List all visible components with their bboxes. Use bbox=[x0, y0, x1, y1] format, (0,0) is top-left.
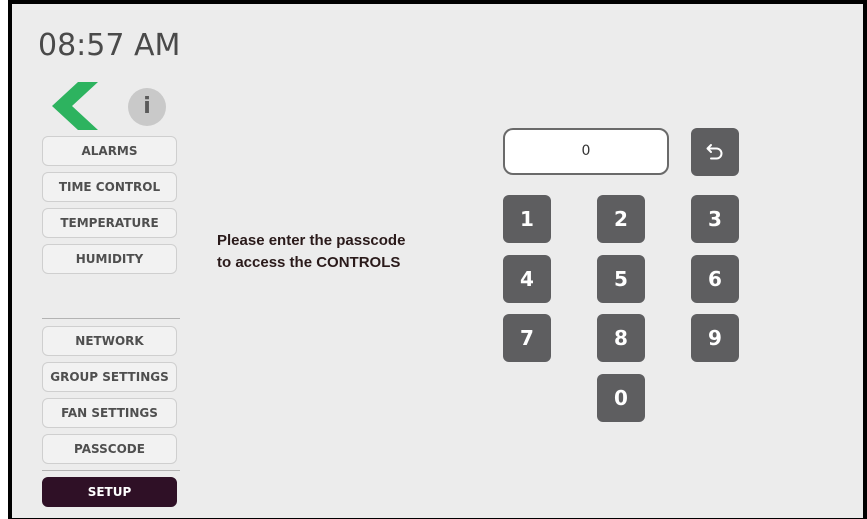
screen: 08:57 AM i ALARMS TIME CONTROL TEMPERATU… bbox=[12, 4, 863, 518]
device-frame: 08:57 AM i ALARMS TIME CONTROL TEMPERATU… bbox=[8, 0, 867, 519]
clock: 08:57 AM bbox=[38, 28, 181, 63]
info-icon[interactable]: i bbox=[128, 88, 166, 126]
prompt-line-1: Please enter the passcode bbox=[217, 232, 406, 249]
key-9[interactable]: 9 bbox=[691, 314, 739, 362]
key-0[interactable]: 0 bbox=[597, 374, 645, 422]
menu-alarms-button[interactable]: ALARMS bbox=[42, 136, 177, 166]
key-2[interactable]: 2 bbox=[597, 195, 645, 243]
menu-divider bbox=[42, 318, 180, 319]
key-8[interactable]: 8 bbox=[597, 314, 645, 362]
key-5[interactable]: 5 bbox=[597, 255, 645, 303]
key-3[interactable]: 3 bbox=[691, 195, 739, 243]
passcode-input[interactable]: 0 bbox=[503, 128, 669, 175]
menu-temperature-button[interactable]: TEMPERATURE bbox=[42, 208, 177, 238]
menu-group-settings-button[interactable]: GROUP SETTINGS bbox=[42, 362, 177, 392]
back-arrow-icon[interactable] bbox=[50, 82, 100, 130]
menu-humidity-button[interactable]: HUMIDITY bbox=[42, 244, 177, 274]
undo-button[interactable] bbox=[691, 128, 739, 176]
menu-divider bbox=[42, 470, 180, 471]
key-6[interactable]: 6 bbox=[691, 255, 739, 303]
prompt-line-2: to access the CONTROLS bbox=[217, 254, 401, 271]
key-1[interactable]: 1 bbox=[503, 195, 551, 243]
passcode-prompt: Please enter the passcode to access the … bbox=[217, 230, 482, 274]
undo-icon bbox=[706, 144, 723, 160]
menu-passcode-button[interactable]: PASSCODE bbox=[42, 434, 177, 464]
menu-network-button[interactable]: NETWORK bbox=[42, 326, 177, 356]
menu-setup-button[interactable]: SETUP bbox=[42, 477, 177, 507]
key-4[interactable]: 4 bbox=[503, 255, 551, 303]
key-7[interactable]: 7 bbox=[503, 314, 551, 362]
menu-fan-settings-button[interactable]: FAN SETTINGS bbox=[42, 398, 177, 428]
menu-time-control-button[interactable]: TIME CONTROL bbox=[42, 172, 177, 202]
